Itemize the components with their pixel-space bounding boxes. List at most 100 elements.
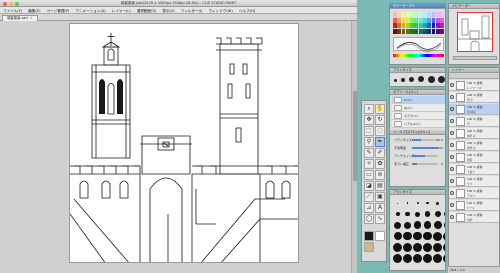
- navigator-zoom-slider[interactable]: [453, 56, 497, 60]
- color-swatch[interactable]: [410, 17, 414, 23]
- eyedropper-tool-icon[interactable]: ⚲: [364, 137, 374, 147]
- zoom-tool-icon[interactable]: ⌕: [364, 104, 374, 114]
- color-swatch[interactable]: [423, 17, 427, 23]
- pen-tool-icon[interactable]: ✒: [375, 137, 385, 147]
- color-swatch[interactable]: [410, 23, 414, 29]
- color-swatch-grid[interactable]: [393, 12, 444, 34]
- color-swatch[interactable]: [414, 28, 419, 34]
- gradient-tool-icon[interactable]: ▤: [375, 181, 385, 191]
- layer-row[interactable]: 100 % 通常塔 窓: [449, 92, 499, 103]
- color-swatch[interactable]: [414, 12, 419, 18]
- brush-size-cell[interactable]: [423, 231, 432, 241]
- hue-slider[interactable]: [393, 54, 444, 57]
- color-swatch[interactable]: [435, 17, 440, 23]
- menu-animation[interactable]: アニメーション(A): [72, 7, 108, 14]
- brush-size-cell[interactable]: [423, 198, 432, 208]
- brush-size-cell[interactable]: [433, 220, 442, 230]
- brush-size-cell[interactable]: [403, 209, 412, 219]
- color-swatch[interactable]: [427, 28, 432, 34]
- brush-size-dot[interactable]: [394, 79, 397, 82]
- layer-row[interactable]: 100 % 通常 下書き: [449, 164, 499, 175]
- eraser-tool-icon[interactable]: ▭: [364, 170, 374, 180]
- color-swatch[interactable]: [423, 28, 427, 34]
- color-swatch[interactable]: [405, 17, 410, 23]
- lasso-tool-icon[interactable]: ◌: [375, 126, 385, 136]
- brush-size-cell[interactable]: [433, 242, 442, 252]
- property-slider[interactable]: [412, 139, 438, 141]
- subtool-item[interactable]: リアルGペン: [392, 120, 445, 128]
- move-tool-icon[interactable]: ✥: [364, 115, 374, 125]
- color-swatch[interactable]: [405, 23, 410, 29]
- brush-size-cell[interactable]: [413, 209, 422, 219]
- color-swatch[interactable]: [440, 28, 444, 34]
- brush-size-cell[interactable]: [413, 220, 422, 230]
- color-swatch[interactable]: [397, 23, 402, 29]
- brush-size-cell[interactable]: [413, 253, 422, 263]
- brush-size-cell[interactable]: [393, 253, 402, 263]
- balloon-tool-icon[interactable]: ◯: [364, 214, 374, 224]
- brush-size-cell[interactable]: [403, 242, 412, 252]
- color-swatch[interactable]: [393, 28, 397, 34]
- color-swatch[interactable]: [401, 17, 406, 23]
- color-swatch[interactable]: [431, 17, 436, 23]
- color-swatch[interactable]: [435, 28, 440, 34]
- color-swatch[interactable]: [410, 28, 414, 34]
- drawing-canvas[interactable]: [69, 23, 299, 263]
- close-tab-icon[interactable]: ×: [30, 16, 33, 20]
- layer-row[interactable]: 100 % 通常 地面: [449, 152, 499, 163]
- color-swatch[interactable]: [440, 12, 444, 18]
- menu-file[interactable]: ファイル(F): [0, 7, 25, 14]
- fill-tool-icon[interactable]: ◪: [364, 181, 374, 191]
- menu-edit[interactable]: 編集(E): [25, 7, 43, 14]
- eye-icon[interactable]: [450, 167, 454, 171]
- brush-size-cell[interactable]: [433, 209, 442, 219]
- brush-size-cell[interactable]: [413, 198, 422, 208]
- brush-size-cell[interactable]: [443, 242, 445, 252]
- brush-size-cell[interactable]: [443, 231, 445, 241]
- eye-icon[interactable]: [450, 179, 454, 183]
- brush-size-cell[interactable]: [423, 209, 432, 219]
- layer-row[interactable]: 100 % 通常 レイヤー 12: [449, 80, 499, 91]
- brush-size-cell[interactable]: [393, 209, 402, 219]
- text-tool-icon[interactable]: A: [375, 203, 385, 213]
- eye-icon[interactable]: [450, 119, 454, 123]
- sub-color-swatch[interactable]: [375, 231, 385, 241]
- canvas-area[interactable]: [0, 21, 357, 273]
- subtool-item[interactable]: 丸ペン: [392, 104, 445, 112]
- menu-page[interactable]: ページ管理(P): [44, 7, 73, 14]
- eye-icon[interactable]: [450, 83, 454, 87]
- menu-help[interactable]: ヘルプ(H): [236, 7, 258, 14]
- color-swatch[interactable]: [435, 12, 440, 18]
- brush-size-cell[interactable]: [403, 220, 412, 230]
- blend-tool-icon[interactable]: ≋: [375, 170, 385, 180]
- brush-size-cell[interactable]: [433, 231, 442, 241]
- subtool-item[interactable]: カブラペン: [392, 112, 445, 120]
- color-swatch[interactable]: [401, 28, 406, 34]
- navigator-panel-title[interactable]: ナビゲーター: [449, 4, 499, 9]
- eye-icon[interactable]: [450, 131, 454, 135]
- eye-icon[interactable]: [450, 215, 454, 219]
- property-row[interactable]: 不透明度 100: [392, 145, 445, 151]
- brush-size-dot[interactable]: [401, 78, 405, 82]
- color-swatch[interactable]: [431, 23, 436, 29]
- subtool-item[interactable]: Gペン: [392, 96, 445, 104]
- color-swatch[interactable]: [418, 28, 423, 34]
- layer-row[interactable]: 100 % 通常 用紙: [449, 212, 499, 223]
- color-swatch[interactable]: [440, 23, 444, 29]
- color-swatch[interactable]: [427, 23, 432, 29]
- brush-size-panel-title[interactable]: ブラシサイズ: [390, 190, 445, 195]
- brush-size-cell[interactable]: [403, 253, 412, 263]
- brush-size-cell[interactable]: [403, 231, 412, 241]
- brush-size-cell[interactable]: [423, 242, 432, 252]
- color-swatch[interactable]: [440, 17, 444, 23]
- transparent-color-swatch[interactable]: [364, 242, 374, 252]
- color-swatch[interactable]: [393, 17, 397, 23]
- correct-line-tool-icon[interactable]: ∿: [375, 214, 385, 224]
- tool-property-title[interactable]: ツールプロパティ[Gペン]: [390, 130, 445, 135]
- brush-size-cell[interactable]: [443, 198, 445, 208]
- color-swatch[interactable]: [423, 23, 427, 29]
- layer-row[interactable]: 100 % 通常 城壁 右: [449, 128, 499, 139]
- layer-row[interactable]: 100 % 通常 パース: [449, 200, 499, 211]
- eye-icon[interactable]: [450, 107, 454, 111]
- color-swatch[interactable]: [414, 17, 419, 23]
